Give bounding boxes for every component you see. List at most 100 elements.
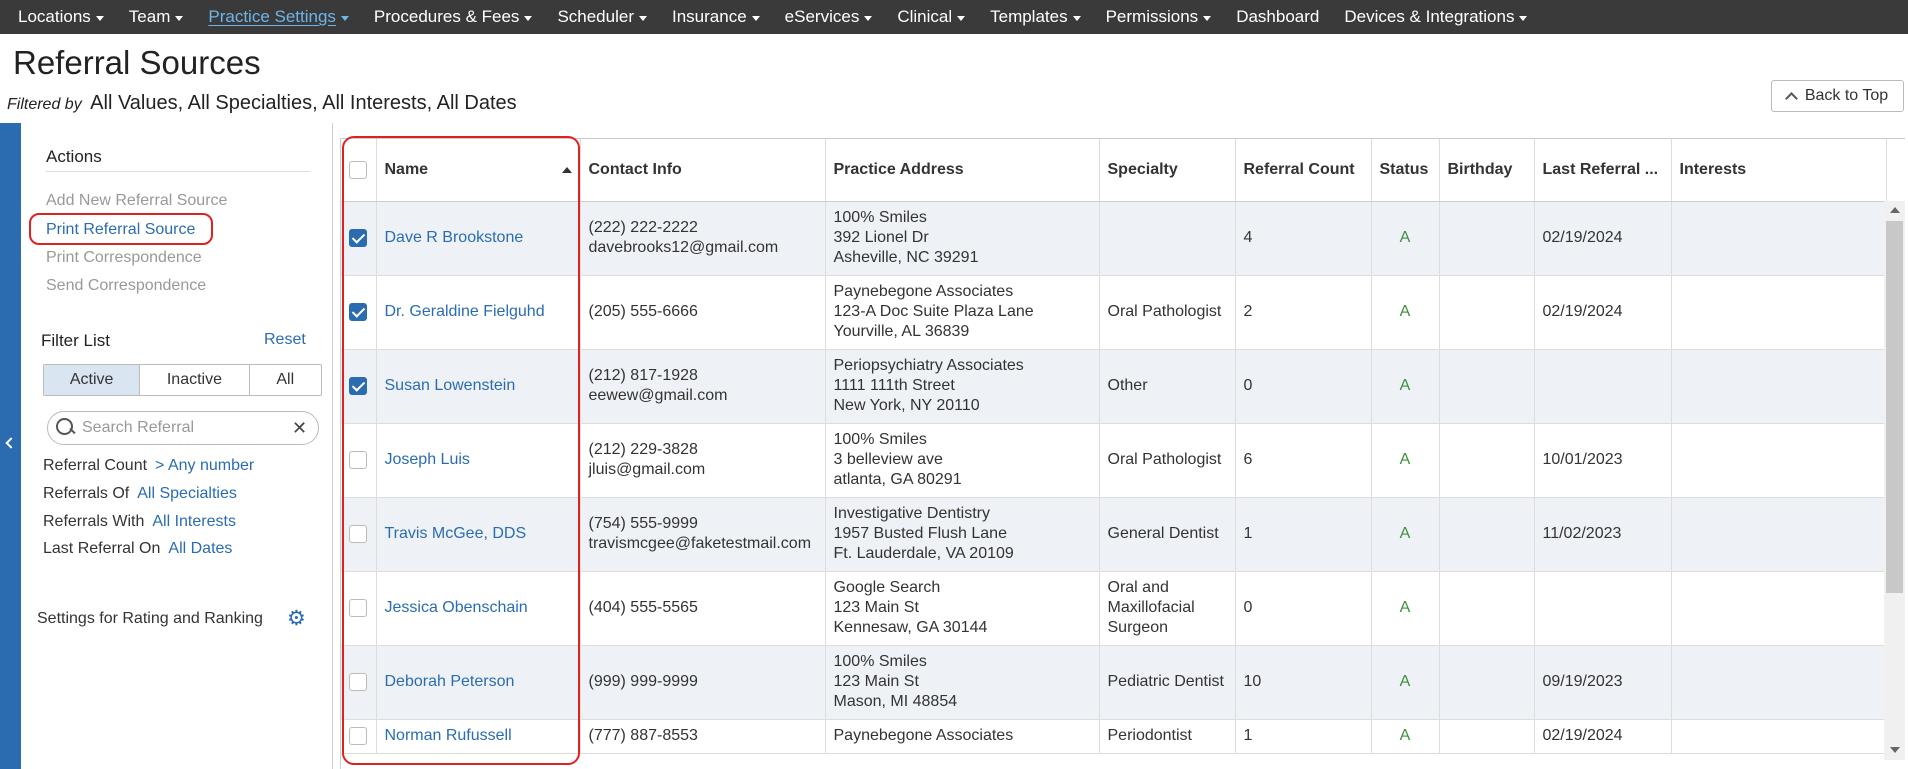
cell-line: 3 belleview ave (833, 451, 943, 468)
scroll-down-icon[interactable] (1890, 747, 1900, 753)
cell-line: atlanta, GA 80291 (833, 471, 962, 488)
nav-item-locations[interactable]: Locations (18, 7, 104, 27)
chevron-left-icon (5, 437, 17, 449)
row-checkbox[interactable] (349, 450, 368, 469)
column-header-specialty[interactable]: Specialty (1099, 139, 1236, 202)
referral-count-cell: 0 (1235, 349, 1372, 424)
cell-line: Paynebegone Associates (833, 727, 1014, 744)
filter-summary: Filtered by All Values, All Specialties,… (7, 92, 517, 115)
caret-down-icon (175, 15, 184, 21)
interests-cell (1671, 645, 1887, 720)
segment-active[interactable]: Active (44, 365, 141, 395)
nav-item-clinical[interactable]: Clinical (897, 7, 966, 27)
nav-item-label: Scheduler (557, 7, 634, 26)
referral-name-link[interactable]: Travis McGee, DDS (376, 497, 581, 572)
cell-line: Mason, MI 48854 (833, 693, 958, 710)
nav-item-devices-integrations[interactable]: Devices & Integrations (1344, 7, 1528, 27)
cell-line: 392 Lionel Dr (833, 229, 929, 246)
birthday-cell (1439, 423, 1535, 498)
column-header-contact[interactable]: Contact Info (580, 139, 826, 202)
scrollbar-thumb[interactable] (1886, 221, 1903, 593)
referral-name-link[interactable]: Susan Lowenstein (376, 349, 581, 424)
column-header-last-referral[interactable]: Last Referral ... (1534, 139, 1672, 202)
row-checkbox[interactable] (349, 302, 368, 321)
column-header-referral-count[interactable]: Referral Count (1235, 139, 1372, 202)
nav-item-team[interactable]: Team (129, 7, 184, 27)
interests-cell (1671, 571, 1887, 646)
cell-line: Pediatric Dentist (1107, 673, 1225, 690)
row-checkbox[interactable] (349, 376, 368, 395)
cell-line: travismcgee@faketestmail.com (588, 535, 812, 552)
nav-item-templates[interactable]: Templates (990, 7, 1081, 27)
clear-icon[interactable]: ✕ (292, 418, 307, 439)
table-row[interactable]: Susan Lowenstein (212) 817-1928 eewew@gmai… (341, 349, 1887, 424)
column-header-name[interactable]: Name (376, 139, 581, 202)
filter-value-link[interactable]: All Dates (168, 540, 232, 557)
segment-inactive[interactable]: Inactive (140, 365, 250, 395)
contact-info-cell: (212) 817-1928 eewew@gmail.com (580, 349, 826, 424)
row-checkbox[interactable] (349, 672, 368, 691)
referral-name-link[interactable]: Norman Rufussell (376, 719, 581, 754)
cell-line: (222) 222-2222 (588, 219, 698, 236)
specialty-cell: Oral Pathologist (1099, 275, 1236, 350)
cell-line: 1111 111th Street (833, 377, 955, 394)
filter-value-link[interactable]: All Interests (152, 513, 236, 530)
cell-line: Surgeon (1107, 619, 1169, 636)
scroll-up-icon[interactable] (1890, 207, 1900, 213)
row-checkbox[interactable] (349, 228, 368, 247)
cell-line: Periopsychiatry Associates (833, 357, 1024, 374)
table-row[interactable]: Travis McGee, DDS (754) 555-9999 travismcg… (341, 497, 1887, 572)
referral-name-link[interactable]: Jessica Obenschain (376, 571, 581, 646)
table-row[interactable]: Norman Rufussell (777) 887-8553 Paynebegon… (341, 719, 1887, 754)
cell-line: Yourville, AL 36839 (833, 323, 970, 340)
referral-name-link[interactable]: Dave R Brookstone (376, 201, 581, 276)
sidebar-collapse-bar[interactable] (0, 123, 21, 769)
nav-item-insurance[interactable]: Insurance (672, 7, 760, 27)
row-checkbox[interactable] (349, 524, 368, 543)
referral-count-cell: 0 (1235, 571, 1372, 646)
nav-item-dashboard[interactable]: Dashboard (1236, 7, 1319, 27)
table-row[interactable]: Dr. Geraldine Fielguhd (205) 555-6666 Payn… (341, 275, 1887, 350)
table-row[interactable]: Deborah Peterson (999) 999-9999 100% Smile… (341, 645, 1887, 720)
table-row[interactable]: Dave R Brookstone (222) 222-2222 davebrook… (341, 201, 1887, 276)
segment-all[interactable]: All (250, 365, 321, 395)
rating-ranking-settings-label: Settings for Rating and Ranking (37, 610, 263, 627)
column-header-interests[interactable]: Interests (1671, 139, 1887, 202)
nav-item-permissions[interactable]: Permissions (1106, 7, 1212, 27)
referral-name-link[interactable]: Dr. Geraldine Fielguhd (376, 275, 581, 350)
filter-list-title: Filter List (41, 331, 110, 350)
column-header-status[interactable]: Status (1371, 139, 1440, 202)
filter-value-link[interactable]: > Any number (155, 457, 254, 474)
column-header-address[interactable]: Practice Address (825, 139, 1100, 202)
practice-address-cell: Investigative Dentistry 1957 Busted Flush… (825, 497, 1100, 572)
row-select-cell (341, 571, 377, 646)
select-all-checkbox[interactable] (349, 160, 368, 179)
cell-line: Ft. Lauderdale, VA 20109 (833, 545, 1014, 562)
nav-item-practice-settings[interactable]: Practice Settings (208, 7, 349, 27)
cell-line: 123 Main St (833, 599, 919, 616)
search-referral-input[interactable] (82, 419, 292, 437)
referral-name-link[interactable]: Deborah Peterson (376, 645, 581, 720)
caret-down-icon (864, 15, 873, 21)
referral-name-link[interactable]: Joseph Luis (376, 423, 581, 498)
row-checkbox[interactable] (349, 726, 368, 745)
contact-info-cell: (754) 555-9999 travismcgee@faketestmail.c… (580, 497, 826, 572)
filter-referrals-of: Referrals Of All Specialties (43, 485, 237, 503)
row-checkbox[interactable] (349, 598, 368, 617)
cell-line: 123-A Doc Suite Plaza Lane (833, 303, 1034, 320)
nav-item-scheduler[interactable]: Scheduler (557, 7, 647, 27)
practice-address-cell: Periopsychiatry Associates 1111 111th Str… (825, 349, 1100, 424)
interests-cell (1671, 349, 1887, 424)
back-to-top-button[interactable]: Back to Top (1771, 80, 1904, 112)
nav-item-eservices[interactable]: eServices (785, 7, 873, 27)
table-row[interactable]: Joseph Luis (212) 229-3828 jluis@gmail.com… (341, 423, 1887, 498)
table-body: Dave R Brookstone (222) 222-2222 davebrook… (341, 201, 1887, 754)
filter-value-link[interactable]: All Specialties (137, 485, 237, 502)
nav-item-procedures-fees[interactable]: Procedures & Fees (374, 7, 533, 27)
reset-link[interactable]: Reset (264, 331, 306, 349)
caret-down-icon (95, 15, 104, 21)
nav-item-label: Clinical (897, 7, 953, 26)
table-row[interactable]: Jessica Obenschain (404) 555-5565 Google S… (341, 571, 1887, 646)
column-header-birthday[interactable]: Birthday (1439, 139, 1535, 202)
gear-icon[interactable]: ⚙ (287, 608, 306, 629)
